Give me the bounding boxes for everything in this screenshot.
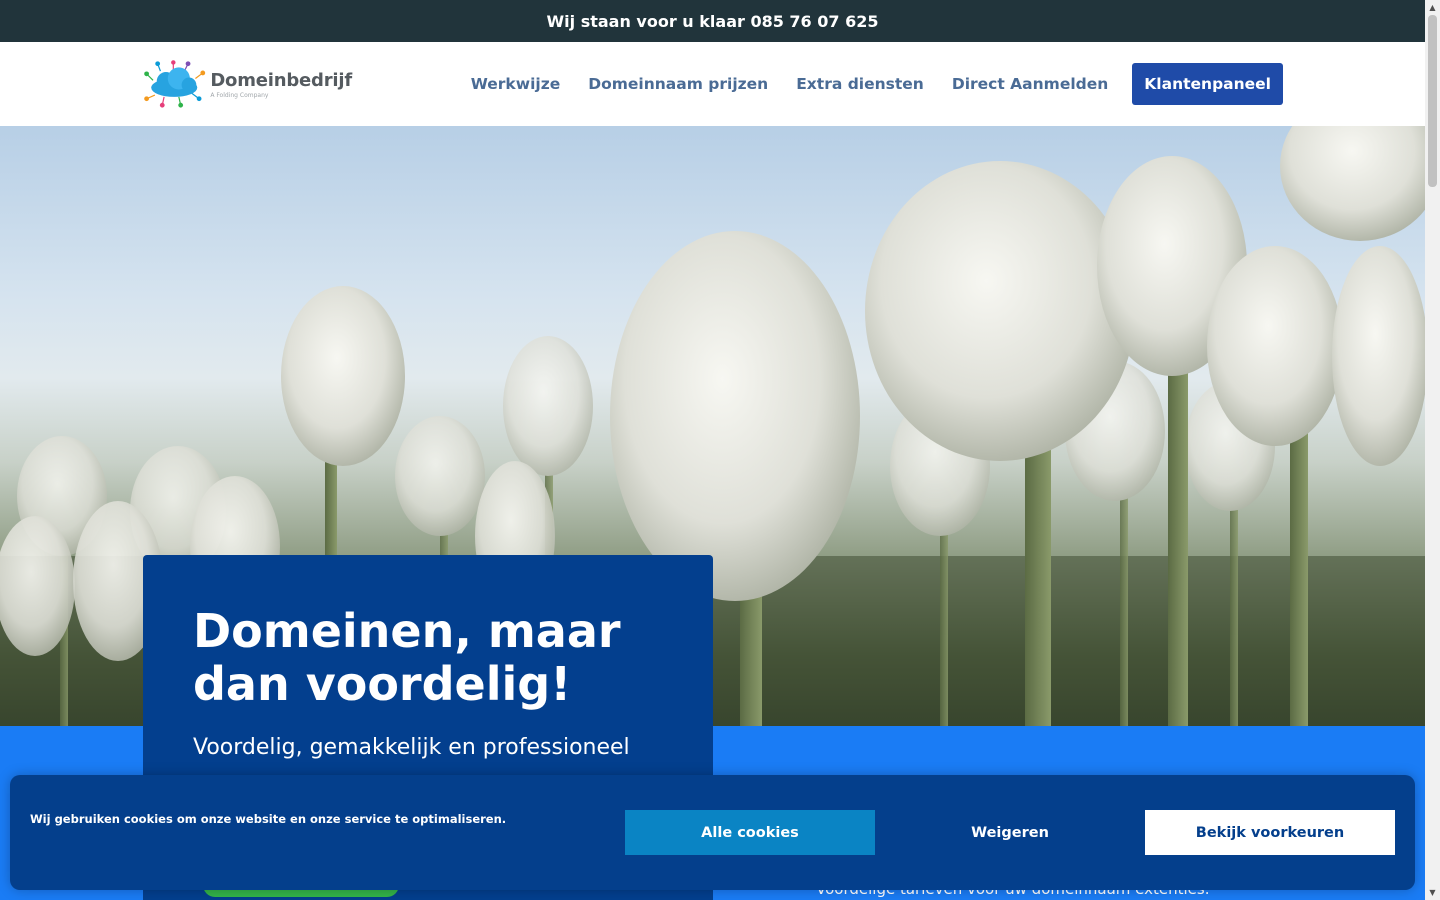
nav-item-direct-aanmelden[interactable]: Direct Aanmelden	[952, 75, 1108, 93]
nav-item-extra-diensten[interactable]: Extra diensten	[796, 75, 924, 93]
scroll-up-arrow-icon[interactable]: ▲	[1425, 0, 1440, 15]
contact-text: Wij staan voor u klaar 085 76 07 625	[546, 11, 879, 31]
hero-title: Domeinen, maar dan voordelig!	[193, 604, 621, 711]
deny-cookies-button[interactable]: Weigeren	[885, 810, 1135, 855]
hero-subtitle: Voordelig, gemakkelijk en professioneel	[193, 735, 630, 760]
nav-item-werkwijze[interactable]: Werkwijze	[471, 75, 561, 93]
cookie-consent-banner: Wij gebruiken cookies om onze website en…	[10, 775, 1415, 890]
site-header: Domeinbedrijf A Folding Company Werkwijz…	[0, 42, 1425, 126]
page-scrollbar[interactable]: ▲ ▼	[1425, 0, 1440, 900]
cloud-logo-icon	[144, 60, 206, 108]
accept-all-cookies-button[interactable]: Alle cookies	[625, 810, 875, 855]
klantenpaneel-button[interactable]: Klantenpaneel	[1132, 63, 1283, 105]
top-contact-bar: Wij staan voor u klaar 085 76 07 625	[0, 0, 1425, 42]
nav-item-domeinnaam-prijzen[interactable]: Domeinnaam prijzen	[588, 75, 768, 93]
logo[interactable]: Domeinbedrijf A Folding Company	[142, 58, 352, 110]
logo-name: Domeinbedrijf	[210, 69, 352, 91]
view-preferences-button[interactable]: Bekijk voorkeuren	[1145, 810, 1395, 855]
scrollbar-thumb[interactable]	[1428, 15, 1437, 187]
main-nav: Werkwijze Domeinnaam prijzen Extra diens…	[443, 62, 1283, 106]
cookie-message: Wij gebruiken cookies om onze website en…	[30, 812, 507, 826]
scroll-down-arrow-icon[interactable]: ▼	[1425, 885, 1440, 900]
logo-tagline: A Folding Company	[210, 91, 269, 99]
